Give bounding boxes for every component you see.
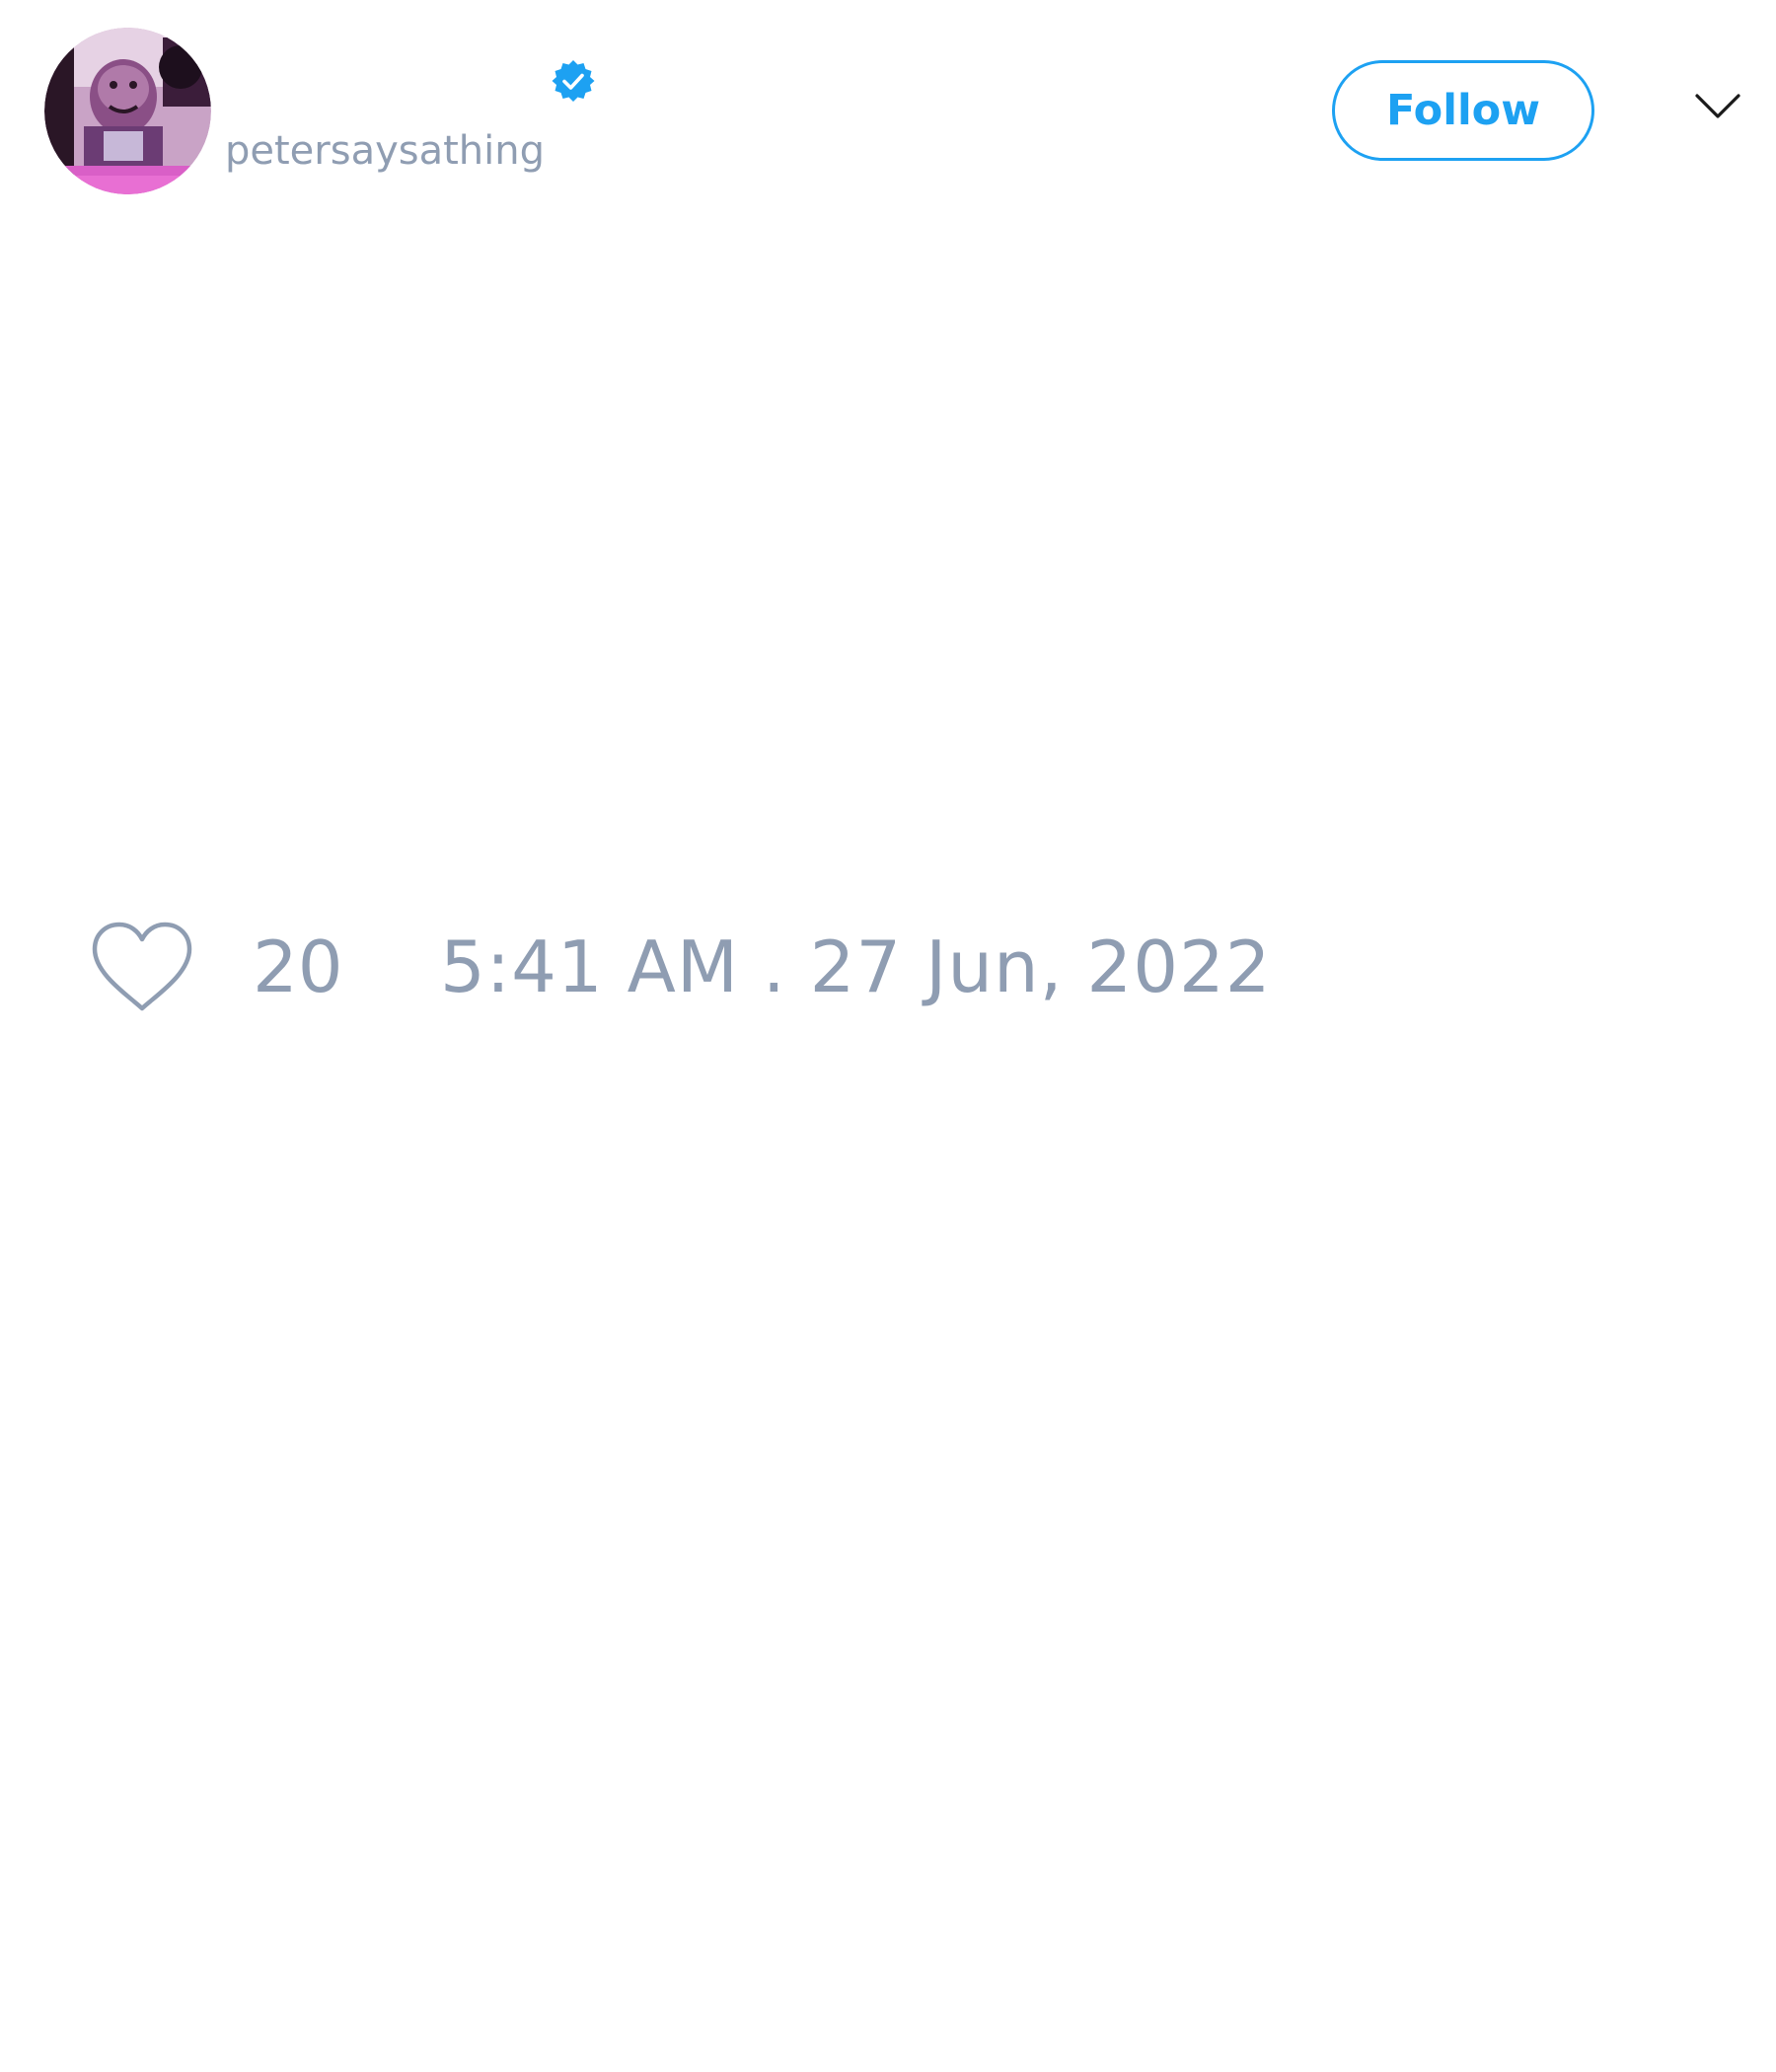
user-handle[interactable]: petersaysathing <box>225 126 545 176</box>
tweet-timestamp[interactable]: 5:41 AM . 27 Jun, 2022 <box>440 925 1272 1008</box>
like-count: 20 <box>253 925 343 1008</box>
avatar[interactable] <box>44 28 211 194</box>
heart-outline-icon[interactable] <box>89 920 195 1014</box>
chevron-down-icon[interactable] <box>1694 91 1741 122</box>
verified-badge-icon <box>551 58 596 104</box>
follow-button[interactable]: Follow <box>1332 60 1594 161</box>
